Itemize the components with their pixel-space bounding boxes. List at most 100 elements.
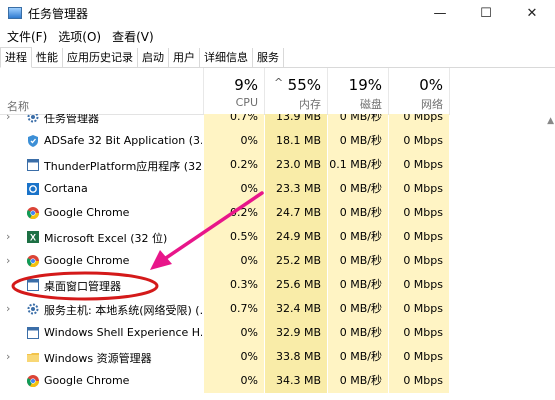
network-cell: 0 Mbps <box>389 369 449 393</box>
network-cell: 0 Mbps <box>389 225 449 249</box>
cpu-cell: 0.7% <box>204 114 264 129</box>
tab-bar: 进程 性能 应用历史记录 启动 用户 详细信息 服务 <box>0 46 555 68</box>
expand-chevron-icon[interactable]: › <box>6 302 16 315</box>
process-name: Microsoft Excel (32 位) <box>44 232 168 245</box>
tab-app-history[interactable]: 应用历史记录 <box>63 48 138 67</box>
task-manager-icon <box>8 7 22 19</box>
row-spacer <box>450 249 543 273</box>
window-title: 任务管理器 <box>28 6 89 21</box>
network-cell: 0 Mbps <box>389 345 449 369</box>
process-row[interactable]: Google Chrome 0.2% 24.7 MB 0 MB/秒 0 Mbps <box>0 201 555 225</box>
cpu-cell: 0.3% <box>204 273 264 297</box>
process-name: Google Chrome <box>44 254 130 267</box>
process-name: Windows 资源管理器 <box>44 352 152 365</box>
tab-processes[interactable]: 进程 <box>0 47 32 68</box>
memory-cell: 32.4 MB <box>265 297 327 321</box>
cpu-cell: 0.7% <box>204 297 264 321</box>
maximize-button[interactable]: ☐ <box>463 0 509 26</box>
menu-options[interactable]: 选项(O) <box>58 28 101 45</box>
expand-chevron-icon[interactable]: › <box>6 114 16 123</box>
column-disk[interactable]: 19% 磁盘 <box>328 68 388 114</box>
memory-cell: 24.9 MB <box>265 225 327 249</box>
folder-icon <box>27 351 39 363</box>
cpu-cell: 0% <box>204 345 264 369</box>
expand-chevron-icon[interactable]: › <box>6 350 16 363</box>
process-row[interactable]: › 任务管理器 0.7% 13.9 MB 0 MB/秒 0 Mbps <box>0 114 555 129</box>
app-window-icon <box>27 327 39 339</box>
tab-services[interactable]: 服务 <box>253 48 284 67</box>
close-button[interactable]: ✕ <box>509 0 555 26</box>
network-cell: 0 Mbps <box>389 114 449 129</box>
memory-cell: 25.2 MB <box>265 249 327 273</box>
process-row[interactable]: Windows Shell Experience H... 0% 32.9 MB 0 … <box>0 321 555 345</box>
process-row[interactable]: › Windows 资源管理器 0% 33.8 MB 0 MB/秒 0 Mbps <box>0 345 555 369</box>
expand-chevron-icon[interactable]: › <box>6 254 16 267</box>
process-row[interactable]: 桌面窗口管理器 0.3% 25.6 MB 0 MB/秒 0 Mbps <box>0 273 555 297</box>
process-row[interactable]: Cortana 0% 23.3 MB 0 MB/秒 0 Mbps <box>0 177 555 201</box>
title-bar: 任务管理器 — ☐ ✕ <box>0 0 555 26</box>
row-spacer <box>450 345 543 369</box>
cpu-total: 9% <box>234 76 258 94</box>
network-cell: 0 Mbps <box>389 201 449 225</box>
network-cell: 0 Mbps <box>389 321 449 345</box>
network-cell: 0 Mbps <box>389 177 449 201</box>
column-network[interactable]: 0% 网络 <box>389 68 449 114</box>
memory-cell: 23.0 MB <box>265 153 327 177</box>
memory-cell: 32.9 MB <box>265 321 327 345</box>
memory-label: 内存 <box>299 98 321 111</box>
column-memory[interactable]: 55% 内存 <box>265 68 327 114</box>
disk-label: 磁盘 <box>360 98 382 111</box>
process-name: Cortana <box>44 182 88 195</box>
column-name[interactable]: 名称 <box>7 98 29 114</box>
expand-chevron-icon[interactable]: › <box>6 230 16 243</box>
excel-icon: X <box>27 231 39 243</box>
header-divider <box>449 68 450 114</box>
tab-details[interactable]: 详细信息 <box>200 48 253 67</box>
app-window-icon <box>27 279 39 291</box>
row-spacer <box>450 369 543 393</box>
disk-cell: 0 MB/秒 <box>328 129 388 153</box>
svg-text:X: X <box>30 233 36 243</box>
cpu-cell: 0% <box>204 129 264 153</box>
process-name: 桌面窗口管理器 <box>44 280 121 293</box>
process-name: ADSafe 32 Bit Application (3... <box>44 134 202 147</box>
process-row[interactable]: ADSafe 32 Bit Application (3... 0% 18.1 MB… <box>0 129 555 153</box>
network-cell: 0 Mbps <box>389 273 449 297</box>
menu-file[interactable]: 文件(F) <box>7 28 47 45</box>
tab-startup[interactable]: 启动 <box>138 48 169 67</box>
disk-cell: 0 MB/秒 <box>328 321 388 345</box>
column-cpu[interactable]: 9% CPU <box>204 68 264 114</box>
disk-cell: 0 MB/秒 <box>328 201 388 225</box>
disk-cell: 0 MB/秒 <box>328 114 388 129</box>
process-row[interactable]: › 服务主机: 本地系统(网络受限) (... 0.7% 32.4 MB 0 MB/秒 0… <box>0 297 555 321</box>
memory-cell: 18.1 MB <box>265 129 327 153</box>
menu-view[interactable]: 查看(V) <box>112 28 154 45</box>
process-list: › 任务管理器 0.7% 13.9 MB 0 MB/秒 0 Mbps ADSafe 32 B… <box>0 114 555 400</box>
disk-total: 19% <box>348 76 382 94</box>
row-spacer <box>450 129 543 153</box>
network-cell: 0 Mbps <box>389 153 449 177</box>
disk-cell: 0 MB/秒 <box>328 177 388 201</box>
cpu-cell: 0% <box>204 321 264 345</box>
process-name: 服务主机: 本地系统(网络受限) (... <box>44 304 202 317</box>
row-spacer <box>450 225 543 249</box>
process-row[interactable]: › X Microsoft Excel (32 位) 0.5% 24.9 MB 0 MB/… <box>0 225 555 249</box>
memory-cell: 23.3 MB <box>265 177 327 201</box>
process-row[interactable]: ThunderPlatform应用程序 (32... 0.2% 23.0 MB 0.1… <box>0 153 555 177</box>
app-window-icon <box>27 159 39 171</box>
disk-cell: 0 MB/秒 <box>328 297 388 321</box>
network-label: 网络 <box>421 98 443 111</box>
process-row[interactable]: › Google Chrome 0% 25.2 MB 0 MB/秒 0 Mbps <box>0 249 555 273</box>
cpu-label: CPU <box>235 96 258 109</box>
process-row[interactable]: Google Chrome 0% 34.3 MB 0 MB/秒 0 Mbps <box>0 369 555 393</box>
memory-cell: 25.6 MB <box>265 273 327 297</box>
tab-users[interactable]: 用户 <box>169 48 200 67</box>
disk-cell: 0 MB/秒 <box>328 225 388 249</box>
scroll-up-icon[interactable]: ▲ <box>547 116 554 126</box>
cpu-cell: 0% <box>204 177 264 201</box>
minimize-button[interactable]: — <box>417 0 463 26</box>
disk-cell: 0.1 MB/秒 <box>328 153 388 177</box>
tab-performance[interactable]: 性能 <box>32 48 63 67</box>
vertical-scrollbar[interactable]: ▲ <box>543 114 555 400</box>
cpu-cell: 0.2% <box>204 201 264 225</box>
